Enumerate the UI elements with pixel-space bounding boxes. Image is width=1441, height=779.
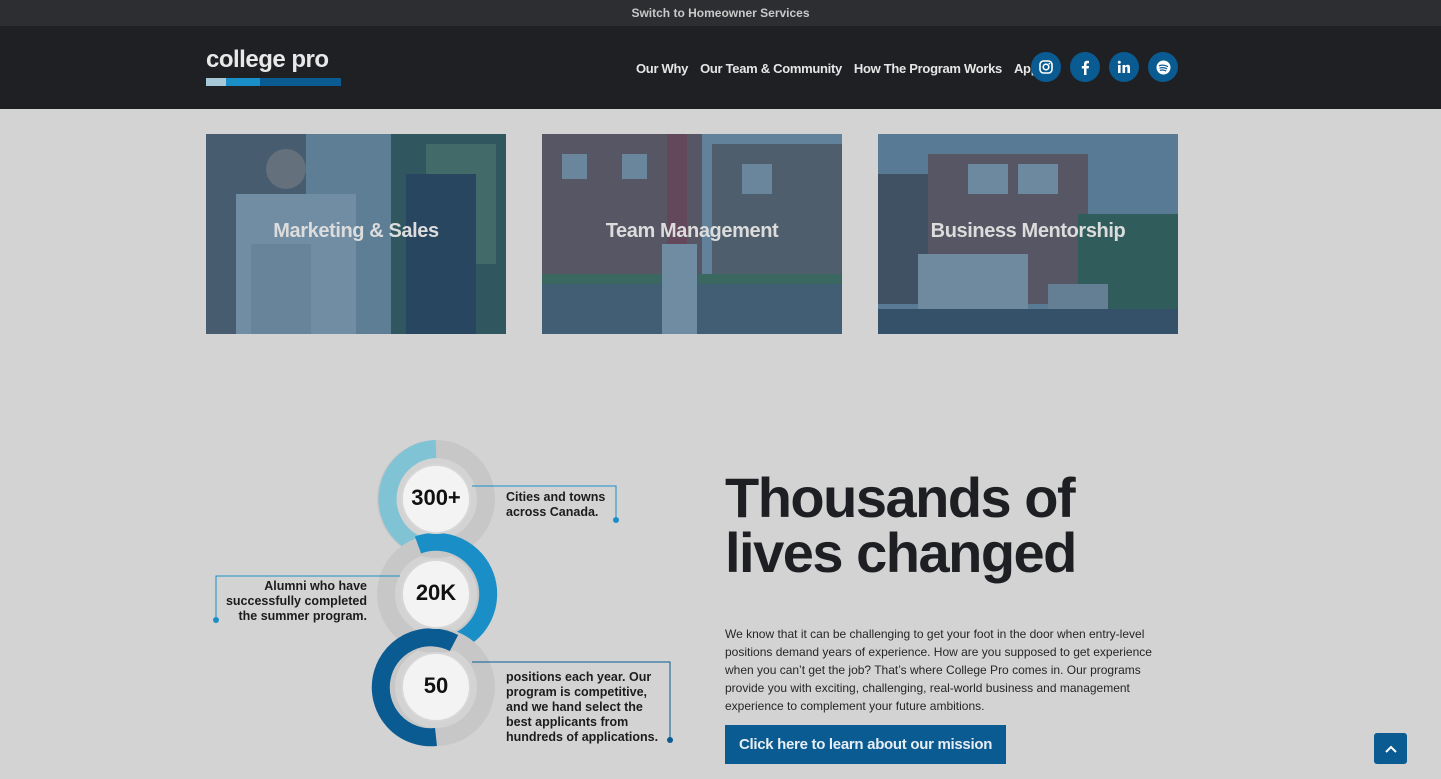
logo-stripe-dark: [260, 78, 341, 86]
stat-desc-positions: positions each year. Our program is comp…: [506, 670, 659, 744]
switch-services-label: Switch to Homeowner Services: [631, 6, 810, 20]
chevron-up-icon: [1384, 745, 1397, 753]
site-header: college pro Our Why Our Team & Community…: [0, 26, 1441, 109]
stat-value-cities: 300+: [411, 485, 461, 510]
card-business-mentorship[interactable]: Business Mentorship: [878, 134, 1178, 334]
card-team-management[interactable]: Team Management: [542, 134, 842, 334]
linkedin-icon[interactable]: [1109, 52, 1139, 82]
stat-value-alumni: 20K: [415, 580, 457, 605]
intro-paragraph: We know that it can be challenging to ge…: [725, 627, 1152, 713]
logo-text: college pro: [206, 46, 329, 73]
spotify-icon[interactable]: [1148, 52, 1178, 82]
stats-infographic: 300+ 20K 50 Cities and towns across Cana…: [206, 440, 686, 760]
card-title: Marketing & Sales: [273, 220, 439, 242]
mission-button-label: Click here to learn about our mission: [738, 736, 993, 753]
scroll-to-top-button[interactable]: [1374, 733, 1407, 764]
card-title: Team Management: [605, 220, 779, 242]
social-links: [1031, 52, 1187, 82]
logo-stripe-mid: [226, 78, 260, 86]
nav-our-why[interactable]: Our Why: [636, 61, 688, 76]
logo-stripe-light: [206, 78, 226, 86]
card-marketing-sales[interactable]: Marketing & Sales: [206, 134, 506, 334]
facebook-icon[interactable]: [1070, 52, 1100, 82]
nav-our-team-community[interactable]: Our Team & Community: [700, 61, 842, 76]
page-headline: Thousands of lives changed: [725, 466, 1077, 584]
instagram-icon[interactable]: [1031, 52, 1061, 82]
stat-desc-alumni: Alumni who have successfully completed t…: [225, 579, 367, 623]
stat-desc-cities: Cities and towns across Canada.: [506, 490, 606, 519]
mission-button[interactable]: Click here to learn about our mission: [725, 725, 1006, 764]
nav-how-program-works[interactable]: How The Program Works: [854, 61, 1002, 76]
logo[interactable]: college pro: [206, 46, 342, 88]
card-title: Business Mentorship: [930, 220, 1126, 242]
main-nav: Our Why Our Team & Community How The Pro…: [636, 53, 1061, 83]
switch-services-link[interactable]: Switch to Homeowner Services: [0, 0, 1441, 26]
stat-value-positions: 50: [423, 673, 449, 698]
logo-stripe: [206, 78, 341, 86]
